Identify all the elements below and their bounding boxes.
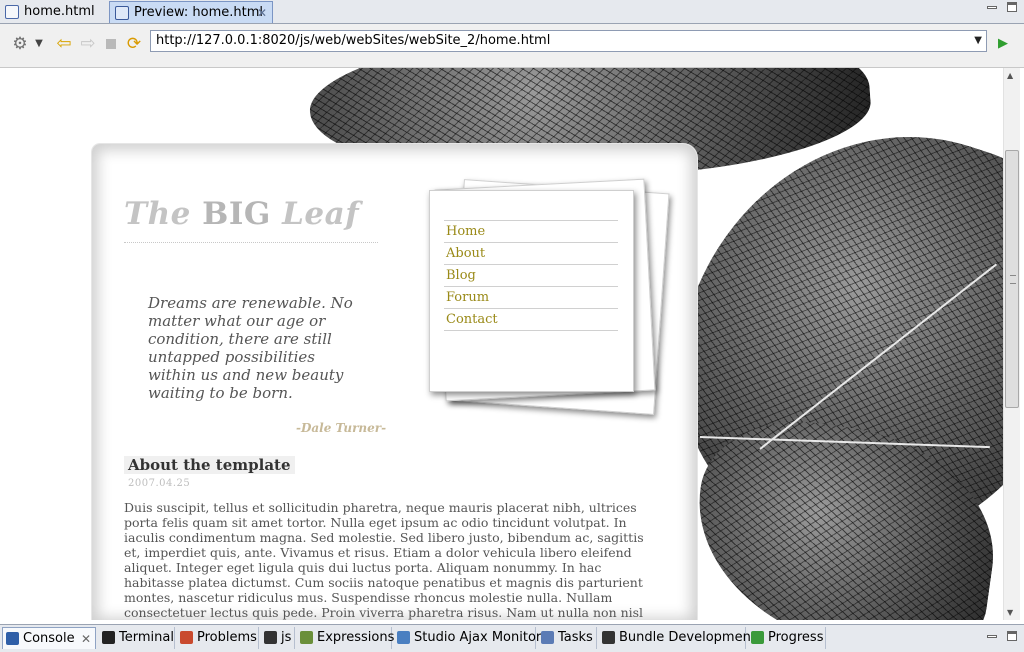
view-tab-label: Studio Ajax Monitor bbox=[414, 630, 542, 645]
url-text: http://127.0.0.1:8020/js/web/webSites/we… bbox=[156, 33, 551, 48]
view-tab-js[interactable]: js bbox=[261, 627, 295, 649]
nav-link-about[interactable]: About bbox=[444, 243, 618, 265]
view-tab-progress[interactable]: Progress bbox=[748, 627, 826, 649]
view-tab-console[interactable]: Console ✕ bbox=[2, 627, 96, 649]
view-tab-label: Progress bbox=[768, 630, 824, 645]
js-icon bbox=[264, 631, 277, 644]
maximize-icon[interactable] bbox=[1005, 2, 1019, 14]
tab-label: Preview: home.html bbox=[134, 5, 264, 20]
close-icon[interactable]: ✕ bbox=[81, 628, 91, 650]
article-body: Duis suscipit, tellus et sollicitudin ph… bbox=[124, 500, 644, 620]
bundle-icon bbox=[602, 631, 615, 644]
url-dropdown-icon[interactable]: ▼ bbox=[974, 31, 982, 51]
minimize-icon[interactable] bbox=[985, 631, 999, 643]
preview-icon bbox=[115, 6, 129, 20]
view-tab-label: Console bbox=[23, 631, 75, 646]
problems-icon bbox=[180, 631, 193, 644]
article-title: About the template bbox=[124, 456, 295, 474]
expressions-icon bbox=[300, 631, 313, 644]
tab-preview-home-html[interactable]: Preview: home.html ✕ bbox=[109, 1, 273, 23]
nav-link-contact[interactable]: Contact bbox=[444, 309, 618, 331]
nav-link-forum[interactable]: Forum bbox=[444, 287, 618, 309]
tab-label: home.html bbox=[24, 4, 95, 19]
chevron-down-icon[interactable]: ▼ bbox=[32, 34, 46, 54]
view-tab-studio-ajax-monitor[interactable]: Studio Ajax Monitor bbox=[394, 627, 541, 649]
minimize-icon[interactable] bbox=[985, 2, 999, 14]
quote-text: Dreams are renewable. No matter what our… bbox=[148, 294, 353, 402]
view-tab-expressions[interactable]: Expressions bbox=[297, 627, 395, 649]
view-tab-label: Problems bbox=[197, 630, 257, 645]
stop-icon[interactable] bbox=[103, 34, 119, 54]
quote-author: -Dale Turner- bbox=[296, 421, 387, 435]
view-tab-bundle-development[interactable]: Bundle Development bbox=[599, 627, 756, 649]
view-tab-label: js bbox=[281, 630, 292, 645]
vertical-scrollbar[interactable]: ▲ ▼ bbox=[1003, 68, 1020, 620]
scrollbar-thumb[interactable] bbox=[1005, 150, 1019, 408]
go-icon[interactable]: ▶ bbox=[994, 34, 1012, 54]
maximize-icon[interactable] bbox=[1005, 631, 1019, 643]
tab-home-html[interactable]: home.html bbox=[0, 1, 106, 23]
view-tab-label: Terminal bbox=[119, 630, 174, 645]
view-tab-tasks[interactable]: Tasks bbox=[538, 627, 597, 649]
scroll-up-icon[interactable]: ▲ bbox=[1007, 71, 1013, 80]
article-date: 2007.04.25 bbox=[128, 478, 191, 489]
back-arrow-icon[interactable]: ⇦ bbox=[54, 34, 74, 54]
views-tab-bar: Console ✕ Terminal Problems js Expressio… bbox=[0, 624, 1024, 652]
nav-link-home[interactable]: Home bbox=[444, 221, 618, 243]
close-icon[interactable]: ✕ bbox=[257, 2, 267, 24]
view-tab-label: Expressions bbox=[317, 630, 395, 645]
view-tab-label: Tasks bbox=[558, 630, 593, 645]
page-viewport: The BIG Leaf Dreams are renewable. No ma… bbox=[0, 68, 1003, 620]
scroll-down-icon[interactable]: ▼ bbox=[1007, 608, 1013, 617]
console-icon bbox=[6, 632, 19, 645]
terminal-icon bbox=[102, 631, 115, 644]
html-file-icon bbox=[5, 5, 19, 19]
view-tab-terminal[interactable]: Terminal bbox=[99, 627, 175, 649]
view-tab-label: Bundle Development bbox=[619, 630, 756, 645]
editor-tab-strip: home.html Preview: home.html ✕ bbox=[0, 0, 1024, 24]
gear-icon[interactable]: ⚙ bbox=[10, 34, 30, 54]
site-nav: Home About Blog Forum Contact bbox=[444, 220, 618, 331]
scrollbar-grip bbox=[1010, 275, 1016, 284]
site-title: The BIG Leaf bbox=[124, 196, 360, 232]
view-tab-problems[interactable]: Problems bbox=[177, 627, 259, 649]
forward-arrow-icon[interactable]: ⇨ bbox=[78, 34, 98, 54]
url-input[interactable]: http://127.0.0.1:8020/js/web/webSites/we… bbox=[150, 30, 987, 52]
refresh-icon[interactable]: ⟳ bbox=[124, 34, 144, 54]
tasks-icon bbox=[541, 631, 554, 644]
nav-link-blog[interactable]: Blog bbox=[444, 265, 618, 287]
title-divider bbox=[124, 242, 378, 243]
progress-icon bbox=[751, 631, 764, 644]
ajax-monitor-icon bbox=[397, 631, 410, 644]
